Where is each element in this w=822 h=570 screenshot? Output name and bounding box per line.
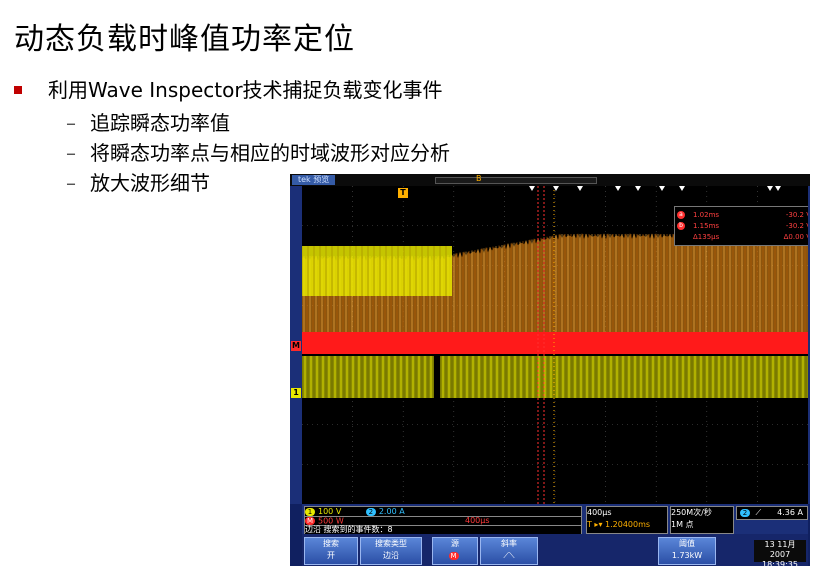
status-bar: 1 100 V 2 2.00 A M 500 W 400μs 边沿 搜索到的事件数：8… bbox=[302, 504, 808, 535]
cursor-a-row: a 1.02ms -30.2 V bbox=[677, 211, 808, 221]
search-mark-triangle bbox=[577, 186, 583, 191]
search-mark-triangle bbox=[615, 186, 621, 191]
trigger-readout[interactable]: 2 ⟋ 4.36 A bbox=[736, 506, 808, 520]
main-bullet: 利用Wave Inspector技术捕捉负载变化事件 bbox=[12, 76, 450, 104]
sub-bullet-text: 追踪瞬态功率值 bbox=[90, 111, 230, 135]
trigger-position: T ▸▾ 1.20400ms bbox=[587, 520, 651, 529]
sub-bullet-text: 将瞬态功率点与相应的时域波形对应分析 bbox=[90, 141, 450, 165]
cursor-b-value: -30.2 V bbox=[785, 222, 808, 230]
trigger-position-marker[interactable]: T bbox=[398, 188, 408, 198]
waveform-display: a 1.02ms -30.2 V b 1.15ms -30.2 V Δ135μs… bbox=[302, 186, 808, 504]
ch1-badge: 1 bbox=[305, 507, 315, 516]
cursor-delta-time: Δ135μs bbox=[693, 233, 720, 241]
cursor-b-icon: b bbox=[677, 222, 685, 230]
search-type-value: 边沿 bbox=[383, 551, 399, 560]
sub-bullet: – 追踪瞬态功率值 bbox=[12, 108, 450, 138]
threshold-label: 阈值 bbox=[679, 539, 695, 548]
dash-icon: – bbox=[66, 141, 76, 165]
date-time: 13 11月 2007 18:39:35 bbox=[754, 540, 806, 569]
scope-right-margin bbox=[808, 186, 810, 504]
record-overview-bar[interactable]: B bbox=[435, 174, 597, 184]
search-button-label: 搜索 bbox=[323, 539, 339, 548]
ch1-voltage-band bbox=[302, 246, 452, 296]
search-button[interactable]: 搜索 开 bbox=[304, 537, 358, 565]
slope-label: 斜率 bbox=[501, 539, 517, 548]
trigger-level: 4.36 A bbox=[777, 508, 803, 517]
sample-rate: 250M次/秒 bbox=[671, 508, 712, 517]
oscilloscope-screenshot: tek 预览 B a 1.02ms -30.2 V b 1.15ms -30.2… bbox=[290, 174, 810, 569]
main-bullet-text: 利用Wave Inspector技术捕捉负载变化事件 bbox=[48, 78, 443, 102]
zoom-marker: B bbox=[476, 174, 482, 183]
slope-edge-icon: ⟋⟍ bbox=[503, 551, 515, 560]
search-mark-triangle bbox=[679, 186, 685, 191]
cursor-delta-row: Δ135μs Δ0.00 V bbox=[689, 233, 808, 243]
cursor-readout: a 1.02ms -30.2 V b 1.15ms -30.2 V Δ135μs… bbox=[674, 206, 808, 246]
threshold-button[interactable]: 阈值 1.73kW bbox=[658, 537, 716, 565]
cursor-a-time: 1.02ms bbox=[693, 211, 720, 219]
source-value: M bbox=[433, 550, 477, 562]
preview-tab[interactable]: tek 预览 bbox=[292, 175, 336, 185]
search-mark-triangle bbox=[775, 186, 781, 191]
bullet-square-icon bbox=[14, 86, 22, 94]
search-mark-triangle bbox=[529, 186, 535, 191]
waveforms bbox=[302, 233, 808, 398]
sub-bullet-text: 放大波形细节 bbox=[90, 171, 210, 195]
softkey-bar: 搜索 开 搜索类型 边沿 源 M 斜率 ⟋⟍ 阈值 1.73kW 13 11月 … bbox=[302, 534, 808, 569]
horizontal-readout[interactable]: 400μs T ▸▾ 1.20400ms bbox=[586, 506, 668, 534]
cursor-a-icon: a bbox=[677, 211, 685, 219]
search-mark-triangle bbox=[767, 186, 773, 191]
ch1-ground-marker[interactable]: 1 bbox=[291, 388, 301, 398]
math-power-band bbox=[302, 332, 808, 354]
cursor-delta-value: Δ0.00 V bbox=[783, 233, 808, 241]
search-button-value: 开 bbox=[327, 551, 335, 560]
ch1-lower-band bbox=[302, 356, 808, 398]
math-timebase: 400μs bbox=[465, 516, 490, 525]
search-type-label: 搜索类型 bbox=[375, 539, 407, 548]
slide-title: 动态负载时峰值功率定位 bbox=[14, 22, 355, 57]
search-type-button[interactable]: 搜索类型 边沿 bbox=[360, 537, 422, 565]
record-length: 1M 点 bbox=[671, 520, 694, 529]
sub-bullet: – 将瞬态功率点与相应的时域波形对应分析 bbox=[12, 138, 450, 168]
search-mark-triangle bbox=[635, 186, 641, 191]
ch2-badge: 2 bbox=[365, 507, 376, 516]
math-badge: M bbox=[305, 517, 315, 525]
cursor-a-value: -30.2 V bbox=[785, 211, 808, 219]
dash-icon: – bbox=[66, 171, 76, 195]
trigger-source-badge: 2 bbox=[740, 508, 750, 517]
source-label: 源 bbox=[451, 539, 459, 548]
search-mark-triangle bbox=[659, 186, 665, 191]
cursor-b-row: b 1.15ms -30.2 V bbox=[677, 222, 808, 232]
ch1-scale: 100 V bbox=[318, 507, 342, 516]
math-ground-marker[interactable]: M bbox=[291, 341, 301, 351]
source-button[interactable]: 源 M bbox=[432, 537, 478, 565]
slope-button[interactable]: 斜率 ⟋⟍ bbox=[480, 537, 538, 565]
source-math-badge: M bbox=[448, 551, 459, 560]
ch2-scale: 2.00 A bbox=[378, 507, 405, 516]
cursor-b-time: 1.15ms bbox=[693, 222, 720, 230]
acquisition-readout[interactable]: 250M次/秒 1M 点 bbox=[670, 506, 734, 534]
signal-gap bbox=[434, 356, 440, 398]
threshold-value: 1.73kW bbox=[671, 551, 703, 560]
date: 13 11月 2007 bbox=[764, 540, 796, 559]
timebase-value: 400μs bbox=[587, 508, 612, 517]
dash-icon: – bbox=[66, 111, 76, 135]
scope-top-bar: tek 预览 B bbox=[290, 174, 810, 186]
rising-edge-icon: ⟋ bbox=[755, 508, 762, 517]
